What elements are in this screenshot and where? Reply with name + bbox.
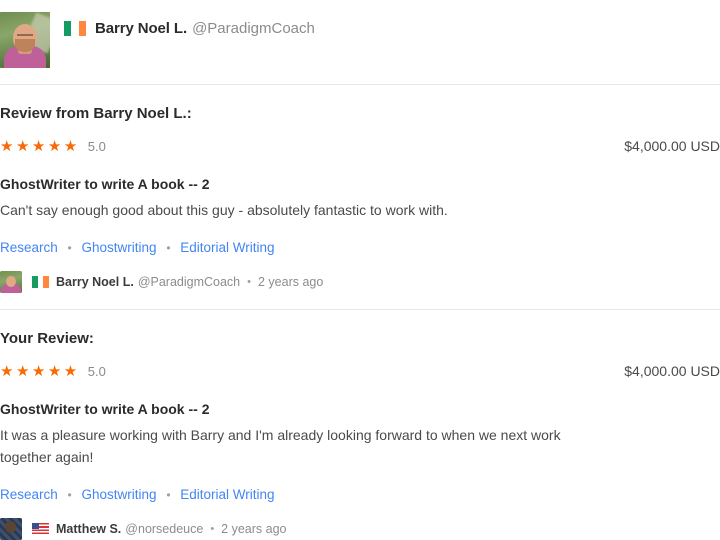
profile-name-row: Barry Noel L. @ParadigmCoach xyxy=(64,12,315,37)
job-title[interactable]: GhostWriter to write A book -- 2 xyxy=(0,176,720,192)
profile-avatar[interactable] xyxy=(0,12,50,68)
author-avatar[interactable] xyxy=(0,271,22,294)
review-rating-row: ★★★★★ 5.0 $4,000.00 USD xyxy=(0,138,720,154)
skill-tag-editorial-writing[interactable]: Editorial Writing xyxy=(180,487,274,502)
review-attribution: Barry Noel L. @ParadigmCoach • 2 years a… xyxy=(0,271,720,294)
job-title[interactable]: GhostWriter to write A book -- 2 xyxy=(0,401,720,417)
star-rating-icon: ★★★★★ xyxy=(0,362,80,380)
review-card-given: Your Review: ★★★★★ 5.0 $4,000.00 USD Gho… xyxy=(0,310,720,540)
review-timestamp: 2 years ago xyxy=(221,521,287,536)
author-avatar[interactable] xyxy=(0,517,22,540)
review-body-text: Can't say enough good about this guy - a… xyxy=(0,202,448,218)
skill-tag-ghostwriting[interactable]: Ghostwriting xyxy=(82,487,157,502)
attribution-separator-icon: • xyxy=(210,522,215,535)
skill-tag-research[interactable]: Research xyxy=(0,487,58,502)
review-rating-row: ★★★★★ 5.0 $4,000.00 USD xyxy=(0,363,720,379)
tag-separator-icon: • xyxy=(166,487,171,502)
contract-price: $4,000.00 USD xyxy=(624,138,720,154)
reviews-page: Barry Noel L. @ParadigmCoach Review from… xyxy=(0,0,720,540)
skill-tag-ghostwriting[interactable]: Ghostwriting xyxy=(82,240,157,255)
review-heading: Review from Barry Noel L.: xyxy=(0,105,192,122)
contract-price: $4,000.00 USD xyxy=(624,363,720,380)
reviews-viewport: Barry Noel L. @ParadigmCoach Review from… xyxy=(0,0,720,540)
avatar-eyes xyxy=(17,34,33,36)
author-handle[interactable]: @ParadigmCoach xyxy=(138,275,240,289)
author-name[interactable]: Matthew S. xyxy=(56,522,121,536)
usa-flag-icon xyxy=(32,522,49,535)
profile-handle[interactable]: @ParadigmCoach xyxy=(192,20,315,37)
rating-score: 5.0 xyxy=(87,138,106,154)
profile-name[interactable]: Barry Noel L. xyxy=(95,20,187,37)
skill-tags: Research • Ghostwriting • Editorial Writ… xyxy=(0,240,720,255)
tag-separator-icon: • xyxy=(67,241,72,256)
review-heading: Your Review: xyxy=(0,330,94,348)
review-timestamp: 2 years ago xyxy=(258,275,324,290)
skill-tag-research[interactable]: Research xyxy=(0,240,58,255)
avatar-beard xyxy=(15,39,35,52)
ireland-flag-icon xyxy=(32,276,49,289)
author-handle[interactable]: @norsedeuce xyxy=(125,522,203,536)
star-rating-icon: ★★★★★ xyxy=(0,137,80,155)
review-card-received: Review from Barry Noel L.: ★★★★★ 5.0 $4,… xyxy=(0,85,720,309)
author-name[interactable]: Barry Noel L. xyxy=(56,275,134,289)
rating-score: 5.0 xyxy=(87,363,106,379)
rating-group: ★★★★★ 5.0 xyxy=(0,364,106,379)
ireland-flag-icon xyxy=(64,21,86,36)
profile-header: Barry Noel L. @ParadigmCoach xyxy=(0,0,720,84)
skill-tag-editorial-writing[interactable]: Editorial Writing xyxy=(180,240,274,255)
attribution-separator-icon: • xyxy=(247,276,251,289)
review-attribution: Matthew S. @norsedeuce • 2 years ago xyxy=(0,517,720,540)
skill-tags: Research • Ghostwriting • Editorial Writ… xyxy=(0,487,720,502)
tag-separator-icon: • xyxy=(67,487,72,502)
review-body-text: It was a pleasure working with Barry and… xyxy=(0,427,561,465)
tag-separator-icon: • xyxy=(166,241,171,256)
rating-group: ★★★★★ 5.0 xyxy=(0,139,106,154)
